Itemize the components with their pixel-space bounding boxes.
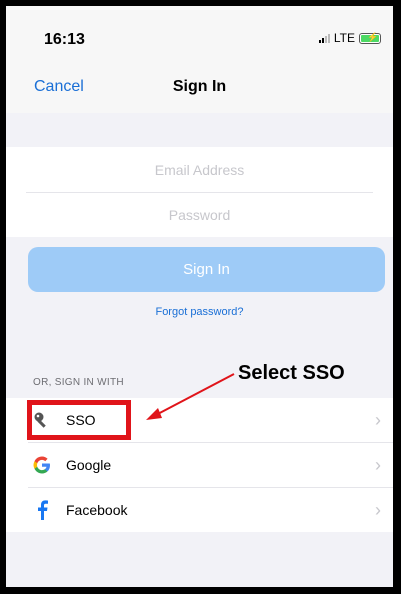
phone-screen: 16:13 LTE ⚡ Sign In Cancel Email Address… — [0, 0, 401, 594]
annotation-arrow-icon — [146, 373, 235, 420]
